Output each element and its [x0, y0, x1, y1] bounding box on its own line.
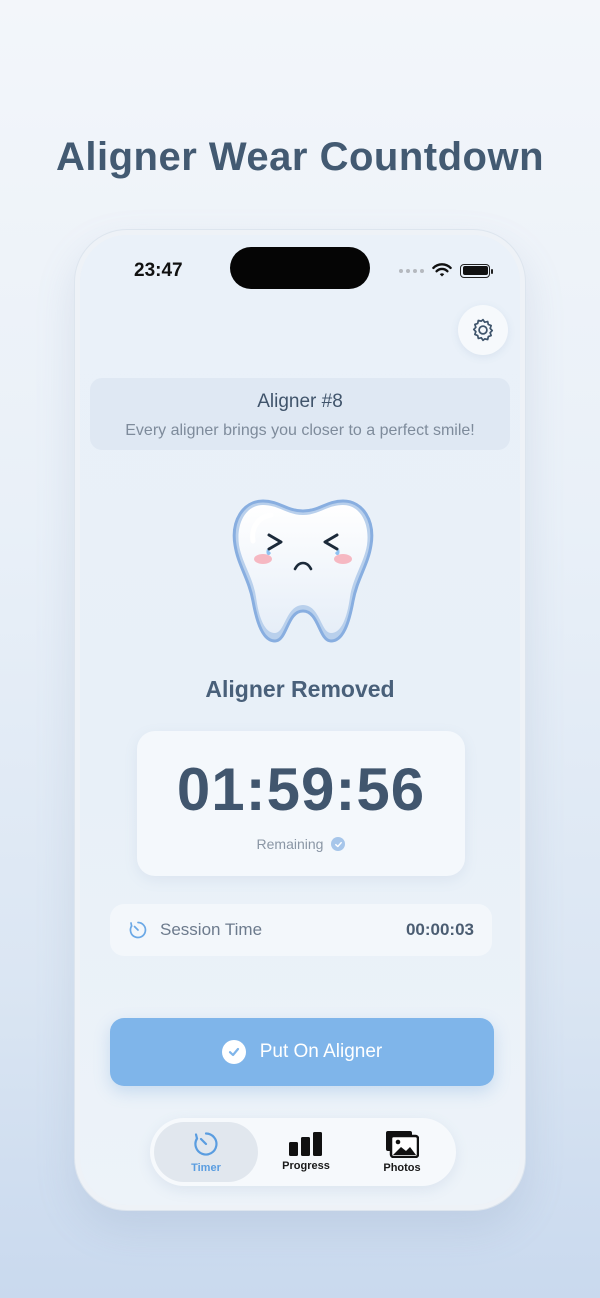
tab-photos[interactable]: Photos [354, 1122, 450, 1182]
phone-frame: 23:47 Aligner #8 Every aligner brings yo… [75, 230, 525, 1210]
signal-icon [399, 268, 424, 273]
check-icon [331, 837, 346, 851]
check-circle-icon [221, 1040, 246, 1064]
put-on-aligner-button[interactable]: Put On Aligner [110, 1018, 494, 1086]
aligner-title: Aligner #8 [257, 391, 343, 412]
battery-icon [460, 263, 493, 278]
tab-progress[interactable]: Progress [258, 1122, 354, 1182]
status-icons [399, 263, 493, 278]
tab-progress-label: Progress [282, 1160, 330, 1172]
sad-tooth-illustration [232, 499, 374, 643]
page-heading: Aligner Wear Countdown [55, 135, 545, 179]
gear-icon [472, 318, 494, 342]
aligner-info-card: Aligner #8 Every aligner brings you clos… [90, 378, 510, 450]
put-on-aligner-label: Put On Aligner [259, 1041, 383, 1062]
bar-chart-icon [289, 1132, 322, 1156]
countdown-time: 01:59:56 [176, 756, 426, 823]
dynamic-island [230, 247, 370, 289]
photos-icon [386, 1131, 419, 1158]
session-time-label: Session Time [160, 920, 263, 939]
settings-button[interactable] [458, 305, 508, 355]
tab-timer-label: Timer [191, 1162, 221, 1174]
remaining-row: Remaining [137, 836, 465, 852]
app-screen: 23:47 Aligner #8 Every aligner brings yo… [80, 235, 520, 1205]
status-time: 23:47 [134, 260, 183, 281]
tab-timer[interactable]: Timer [154, 1122, 258, 1182]
tab-photos-label: Photos [383, 1162, 421, 1174]
timer-icon [194, 1132, 218, 1156]
countdown-card: 01:59:56 Remaining [137, 731, 465, 876]
session-time-value: 00:00:03 [405, 920, 474, 939]
wifi-icon [432, 263, 452, 277]
tab-bar: Timer Progress Photos [150, 1118, 456, 1186]
remaining-label: Remaining [256, 836, 324, 852]
stopwatch-icon [129, 921, 147, 939]
aligner-subtitle: Every aligner brings you closer to a per… [125, 422, 475, 439]
aligner-state-label: Aligner Removed [205, 676, 395, 702]
session-time-row: Session Time 00:00:03 [110, 904, 492, 956]
